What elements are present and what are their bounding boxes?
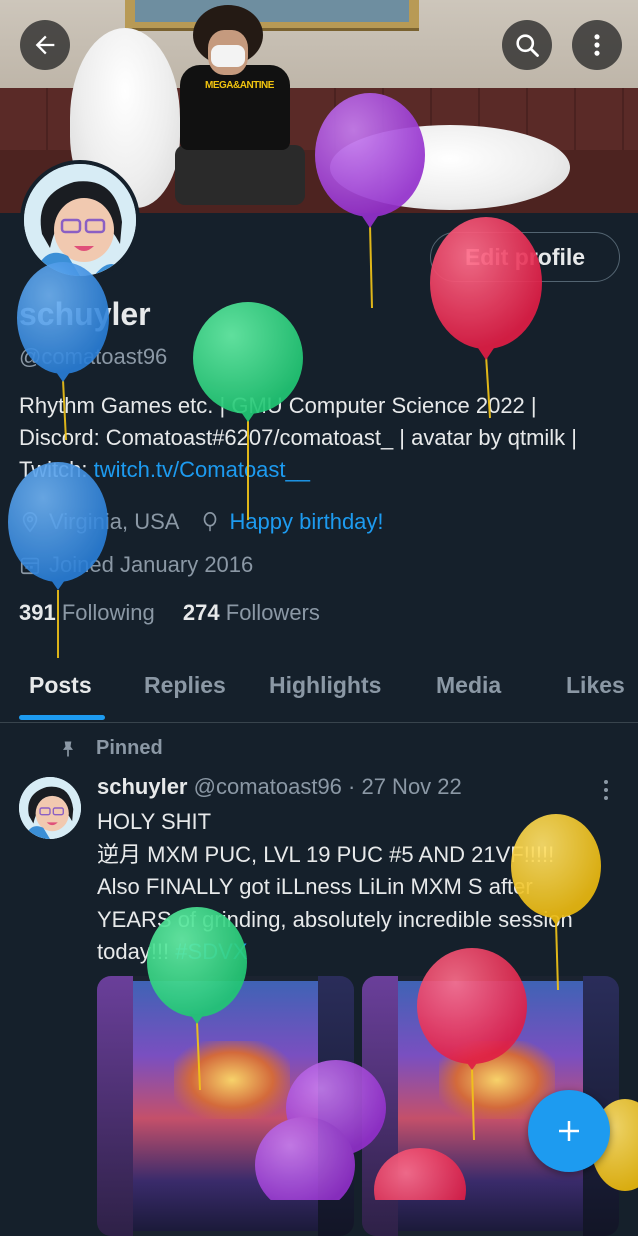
plus-icon (559, 1121, 579, 1141)
tweet-avatar-illustration (19, 777, 81, 839)
banner-shirt-logo: MEGA&ANTINE (205, 80, 274, 91)
followers-link[interactable]: 274 Followers (183, 600, 320, 625)
arrow-left-icon (35, 35, 55, 55)
profile-birthday[interactable]: Happy birthday! (229, 509, 383, 535)
tweet-meta: @comatoast96 · 27 Nov 22 (193, 774, 462, 799)
tab-highlights[interactable]: Highlights (269, 672, 381, 699)
back-button[interactable] (20, 20, 70, 70)
pin-icon (63, 741, 73, 756)
pinned-indicator: Pinned (58, 737, 163, 760)
tweet-body: HOLY SHIT 逆月 MXM PUC, LVL 19 PUC #5 AND … (97, 809, 573, 964)
media-1-side-left (97, 976, 133, 1236)
following-count: 391 (19, 600, 56, 625)
calendar-icon (20, 557, 40, 575)
followers-count: 274 (182, 600, 220, 625)
banner-person-shirt (180, 65, 290, 150)
profile-name: schuyler (19, 296, 151, 332)
search-button[interactable] (502, 20, 552, 70)
media-2-side-left (362, 976, 398, 1236)
balloon-icon (204, 512, 217, 532)
more-vertical-icon (594, 34, 600, 56)
pinned-label: Pinned (96, 737, 163, 759)
tweet-media-1[interactable] (97, 976, 354, 1236)
profile-joined: Joined January 2016 (49, 552, 254, 577)
search-icon (516, 34, 539, 57)
tweet-more-icon[interactable] (596, 778, 616, 802)
avatar-illustration (24, 164, 136, 276)
media-1-character (174, 1041, 290, 1119)
profile-tabs: Posts Replies Highlights Media Likes (0, 664, 638, 723)
banner-person-legs (175, 145, 305, 205)
tab-posts[interactable]: Posts (29, 672, 92, 699)
followers-label: Followers (225, 600, 320, 625)
tweet-author-name[interactable]: schuyler (97, 774, 188, 799)
location-pin-icon (22, 512, 38, 533)
tab-likes[interactable]: Likes (566, 672, 625, 699)
tweet-author-avatar[interactable] (19, 777, 81, 839)
banner-person: MEGA&ANTINE (175, 5, 320, 205)
profile-bio: Rhythm Games etc. | GMU Computer Science… (19, 390, 619, 486)
profile-avatar[interactable] (20, 160, 140, 280)
following-link[interactable]: 391 Following (19, 600, 155, 625)
tab-media[interactable]: Media (436, 672, 501, 699)
tweet-header: schuyler @comatoast96 · 27 Nov 22 (97, 774, 462, 800)
bio-twitch-link[interactable]: twitch.tv/Comatoast__ (94, 457, 310, 482)
active-tab-indicator (19, 715, 105, 720)
edit-profile-button[interactable]: Edit profile (430, 232, 620, 282)
follow-stats: 391 Following 274 Followers (19, 600, 320, 626)
media-1-side-right (318, 976, 354, 1236)
tab-replies[interactable]: Replies (144, 672, 226, 699)
more-button[interactable] (572, 20, 622, 70)
following-label: Following (61, 600, 155, 625)
tweet-text: HOLY SHIT 逆月 MXM PUC, LVL 19 PUC #5 AND … (97, 806, 607, 969)
banner-dog-lying (330, 125, 570, 210)
compose-post-button[interactable] (528, 1090, 610, 1172)
profile-handle: @comatoast96 (19, 344, 168, 369)
tweet-hashtag[interactable]: #SDVX (175, 939, 247, 964)
banner-person-mask (211, 45, 245, 67)
profile-meta-joined-row: Joined January 2016 (19, 552, 253, 578)
profile-meta-location-row: Virginia, USA Happy birthday! (19, 509, 384, 535)
profile-location: Virginia, USA (49, 509, 180, 534)
